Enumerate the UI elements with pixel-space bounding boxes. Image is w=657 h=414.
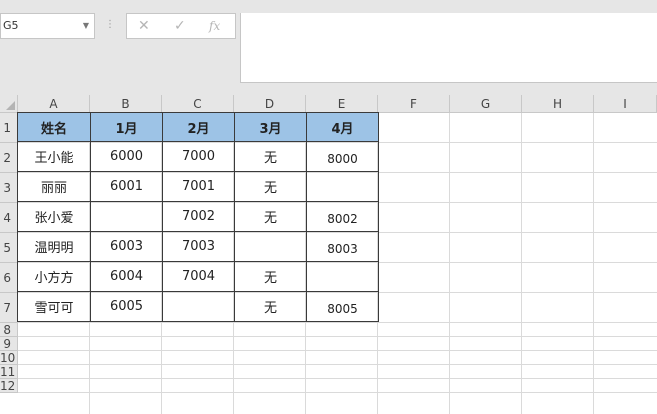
- cell[interactable]: 7002: [162, 201, 235, 232]
- table-row: 雪可可 6005 无 8005: [17, 291, 379, 322]
- column-header-b[interactable]: B: [90, 95, 162, 113]
- table-row: 丽丽 6001 7001 无: [17, 171, 379, 202]
- cell[interactable]: 无: [234, 261, 307, 292]
- table-row: 张小爱 7002 无 8002: [17, 201, 379, 232]
- cell[interactable]: 7003: [162, 231, 235, 262]
- gridline: [449, 113, 450, 414]
- name-box-value: G5: [3, 19, 19, 32]
- table-row: 小方方 6004 7004 无: [17, 261, 379, 292]
- column-header-h[interactable]: H: [522, 95, 594, 113]
- cell[interactable]: 无: [234, 141, 307, 172]
- column-header-d[interactable]: D: [234, 95, 306, 113]
- cell[interactable]: [162, 291, 235, 322]
- column-header-c[interactable]: C: [162, 95, 234, 113]
- cell[interactable]: 无: [234, 171, 307, 202]
- header-cell-apr[interactable]: 4月: [306, 112, 379, 142]
- row-header-5[interactable]: 5: [0, 233, 18, 263]
- gridline: [521, 113, 522, 414]
- name-box[interactable]: G5 ▼: [0, 13, 95, 39]
- cell[interactable]: 7004: [162, 261, 235, 292]
- formula-input[interactable]: [240, 13, 657, 83]
- column-header-g[interactable]: G: [450, 95, 522, 113]
- cell[interactable]: 王小能: [17, 141, 91, 172]
- cell[interactable]: [306, 171, 379, 202]
- cell[interactable]: 温明明: [17, 231, 91, 262]
- formula-buttons: ✕ ✓ fx: [126, 13, 236, 39]
- row-header-1[interactable]: 1: [0, 113, 18, 143]
- row-header-11[interactable]: 11: [0, 365, 18, 379]
- cell[interactable]: 6004: [90, 261, 163, 292]
- row-header-4[interactable]: 4: [0, 203, 18, 233]
- gridline: [18, 322, 657, 323]
- gridline: [18, 350, 657, 351]
- cell[interactable]: 6000: [90, 141, 163, 172]
- select-all-corner[interactable]: [0, 95, 18, 113]
- formula-toolbar: G5 ▼ ⋮ ✕ ✓ fx: [0, 0, 657, 95]
- column-header-i[interactable]: I: [594, 95, 657, 113]
- header-cell-jan[interactable]: 1月: [90, 112, 163, 142]
- table-header-row: 姓名 1月 2月 3月 4月: [17, 112, 379, 142]
- gridline: [593, 113, 594, 414]
- table-row: 王小能 6000 7000 无 8000: [17, 141, 379, 172]
- row-header-3[interactable]: 3: [0, 173, 18, 203]
- gridline: [18, 378, 657, 379]
- cell[interactable]: 无: [234, 291, 307, 322]
- header-cell-mar[interactable]: 3月: [234, 112, 307, 142]
- column-header-e[interactable]: E: [306, 95, 378, 113]
- row-header-6[interactable]: 6: [0, 263, 18, 293]
- cell[interactable]: 6005: [90, 291, 163, 322]
- cell[interactable]: 张小爱: [17, 201, 91, 232]
- row-header-8[interactable]: 8: [0, 323, 18, 337]
- header-cell-feb[interactable]: 2月: [162, 112, 235, 142]
- cell[interactable]: [306, 261, 379, 292]
- cell[interactable]: 8005: [306, 291, 379, 322]
- cell[interactable]: [90, 201, 163, 232]
- cell[interactable]: 8003: [306, 231, 379, 262]
- cell[interactable]: 6001: [90, 171, 163, 202]
- cell[interactable]: 7000: [162, 141, 235, 172]
- gridline: [18, 392, 657, 393]
- gridline: [18, 364, 657, 365]
- cell[interactable]: 无: [234, 201, 307, 232]
- spreadsheet-grid[interactable]: A B C D E F G H I 1 2 3 4 5 6 7 8 9 10 1…: [0, 95, 657, 414]
- cell[interactable]: 7001: [162, 171, 235, 202]
- insert-function-icon[interactable]: fx: [209, 19, 220, 33]
- salary-table: 姓名 1月 2月 3月 4月 王小能 6000 7000 无 8000 丽丽 6…: [17, 112, 379, 322]
- cell[interactable]: 8000: [306, 141, 379, 172]
- chevron-down-icon[interactable]: ▼: [83, 14, 89, 38]
- gridline: [18, 336, 657, 337]
- column-header-f[interactable]: F: [378, 95, 450, 113]
- row-header-2[interactable]: 2: [0, 143, 18, 173]
- enter-icon[interactable]: ✓: [174, 18, 186, 34]
- header-cell-name[interactable]: 姓名: [17, 112, 91, 142]
- row-header-10[interactable]: 10: [0, 351, 18, 365]
- row-header-7[interactable]: 7: [0, 293, 18, 323]
- cell[interactable]: 小方方: [17, 261, 91, 292]
- cell[interactable]: 丽丽: [17, 171, 91, 202]
- cell[interactable]: 6003: [90, 231, 163, 262]
- cell[interactable]: 雪可可: [17, 291, 91, 322]
- more-vertical-icon: ⋮: [105, 19, 115, 30]
- cell[interactable]: [234, 231, 307, 262]
- column-header-a[interactable]: A: [18, 95, 90, 113]
- table-row: 温明明 6003 7003 8003: [17, 231, 379, 262]
- row-header-9[interactable]: 9: [0, 337, 18, 351]
- row-header-12[interactable]: 12: [0, 379, 18, 393]
- cell[interactable]: 8002: [306, 201, 379, 232]
- cancel-icon[interactable]: ✕: [138, 18, 150, 34]
